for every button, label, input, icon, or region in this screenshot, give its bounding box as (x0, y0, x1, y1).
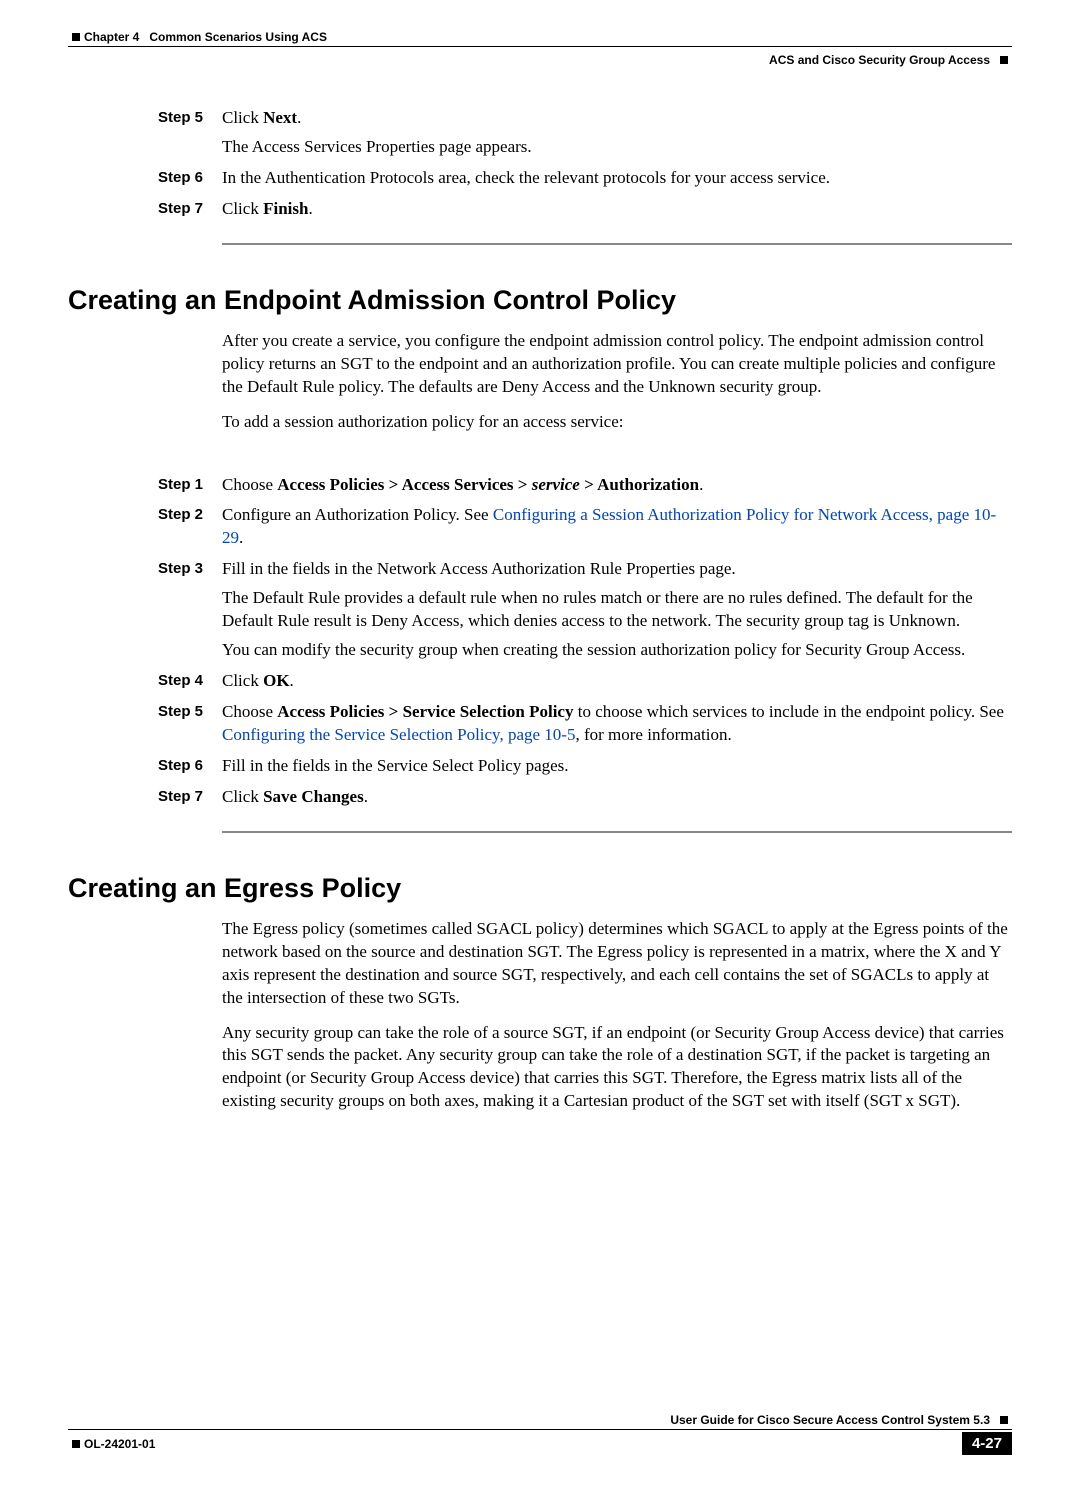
step-label: Step 6 (158, 755, 222, 784)
section-heading-endpoint: Creating an Endpoint Admission Control P… (68, 285, 1012, 316)
cross-ref-link[interactable]: Configuring a Session Authorization Poli… (222, 505, 996, 547)
step-row: Step 6Fill in the fields in the Service … (158, 755, 1012, 784)
step-row: Step 2Configure an Authorization Policy.… (158, 504, 1012, 556)
section2-body: The Egress policy (sometimes called SGAC… (222, 918, 1012, 1114)
page-number: 4-27 (962, 1432, 1012, 1455)
step-row: Step 5Choose Access Policies > Service S… (158, 701, 1012, 753)
header-section: ACS and Cisco Security Group Access (68, 53, 1012, 67)
step-body: Fill in the fields in the Network Access… (222, 558, 1012, 668)
step-label: Step 7 (158, 786, 222, 815)
step-row: Step 7Click Finish. (158, 198, 1012, 227)
section1-body: After you create a service, you configur… (222, 330, 1012, 434)
step-body: In the Authentication Protocols area, ch… (222, 167, 1012, 196)
step-body: Configure an Authorization Policy. See C… (222, 504, 1012, 556)
step-label: Step 1 (158, 474, 222, 503)
steps-block-top: Step 5Click Next.The Access Services Pro… (158, 107, 1012, 227)
step-row: Step 6In the Authentication Protocols ar… (158, 167, 1012, 196)
step-row: Step 5Click Next.The Access Services Pro… (158, 107, 1012, 165)
steps-block-section1: Step 1Choose Access Policies > Access Se… (158, 474, 1012, 815)
step-row: Step 1Choose Access Policies > Access Se… (158, 474, 1012, 503)
step-label: Step 2 (158, 504, 222, 556)
step-row: Step 4Click OK. (158, 670, 1012, 699)
section-heading-egress: Creating an Egress Policy (68, 873, 1012, 904)
step-label: Step 7 (158, 198, 222, 227)
step-row: Step 3Fill in the fields in the Network … (158, 558, 1012, 668)
step-label: Step 6 (158, 167, 222, 196)
step-body: Fill in the fields in the Service Select… (222, 755, 1012, 784)
step-body: Click Save Changes. (222, 786, 1012, 815)
step-body: Click Finish. (222, 198, 1012, 227)
step-body: Click Next.The Access Services Propertie… (222, 107, 1012, 165)
step-label: Step 5 (158, 107, 222, 165)
page-footer: User Guide for Cisco Secure Access Contr… (68, 1413, 1012, 1455)
step-label: Step 5 (158, 701, 222, 753)
step-body: Choose Access Policies > Access Services… (222, 474, 1012, 503)
step-body: Click OK. (222, 670, 1012, 699)
header-chapter: Chapter 4 Common Scenarios Using ACS (68, 30, 1012, 44)
step-body: Choose Access Policies > Service Selecti… (222, 701, 1012, 753)
step-row: Step 7Click Save Changes. (158, 786, 1012, 815)
step-label: Step 4 (158, 670, 222, 699)
doc-id: OL-24201-01 (84, 1437, 155, 1451)
cross-ref-link[interactable]: Configuring the Service Selection Policy… (222, 725, 575, 744)
step-label: Step 3 (158, 558, 222, 668)
